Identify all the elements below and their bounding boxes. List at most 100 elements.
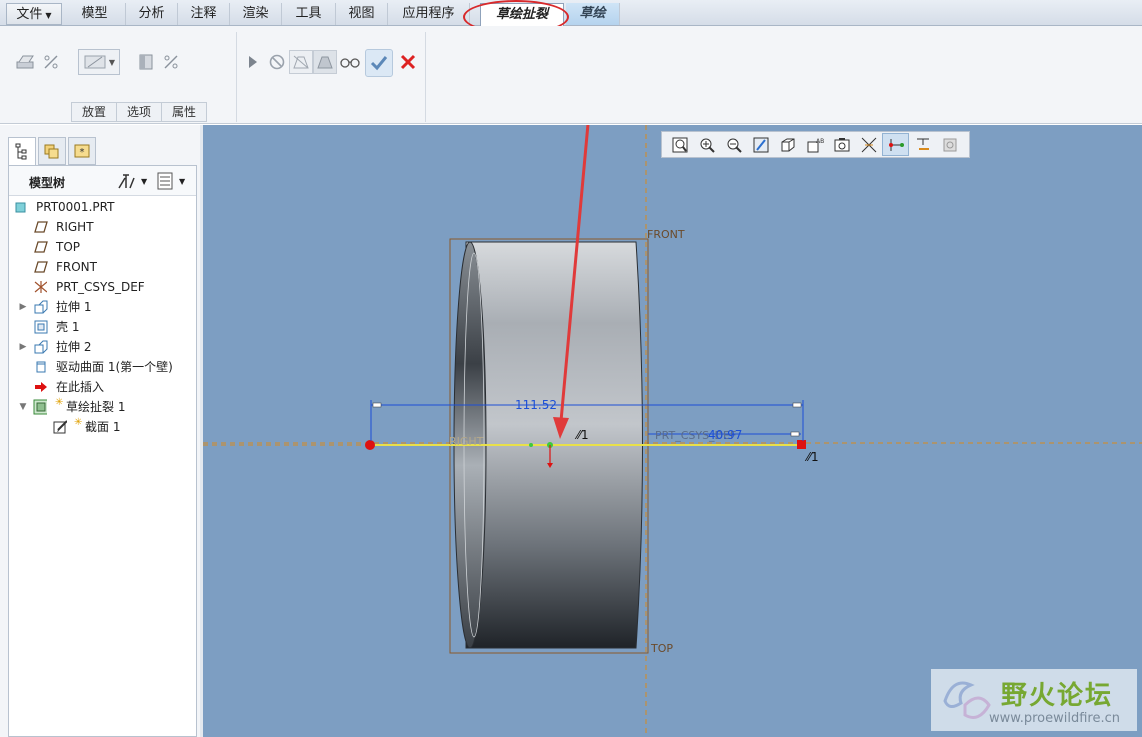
no-preview-icon[interactable] [289, 50, 313, 74]
verify-glasses-icon[interactable] [338, 50, 362, 74]
tree-item-label: 驱动曲面 1(第一个壁) [56, 360, 173, 374]
tab-model[interactable]: 模型 [64, 3, 126, 25]
model-tree-header: 模型树 ▼ ▼ [9, 166, 196, 196]
surface-icon [34, 360, 48, 374]
expand-arrow-icon[interactable]: ▶ [18, 337, 28, 357]
constraint-marker-b: ⁄⁄1 [807, 450, 819, 464]
expand-arrow-icon[interactable]: ▶ [18, 297, 28, 317]
zoom-in-icon[interactable] [693, 133, 720, 156]
chevron-down-icon: ▼ [141, 176, 148, 186]
tree-item-label: PRT0001.PRT [36, 200, 115, 214]
tab-tools-label: 工具 [295, 6, 322, 21]
constraint-marker-a-value: 1 [581, 428, 589, 442]
extrude-icon [34, 340, 48, 354]
pause-icon[interactable] [266, 50, 288, 74]
tab-annotate-label: 注释 [190, 6, 217, 21]
tree-item-extrude-1[interactable]: ▶ 拉伸 1 [9, 297, 196, 317]
rip-type-icon[interactable] [14, 50, 38, 74]
chevron-down-icon: ▼ [45, 11, 52, 20]
refit-icon[interactable] [666, 133, 693, 156]
tools-icon [118, 174, 135, 189]
subtab-options[interactable]: 选项 [116, 102, 163, 122]
tab-model-tree[interactable] [8, 137, 36, 165]
tree-item-sketch-rip[interactable]: ▼ ✳ 草绘扯裂 1 [9, 397, 196, 417]
tree-icon [15, 143, 27, 159]
new-feature-star-icon: ✳ [74, 417, 83, 428]
datum-display-icon[interactable] [855, 133, 882, 156]
feature-preview-icon[interactable] [313, 50, 337, 74]
tree-item-top[interactable]: TOP [9, 237, 196, 257]
part-icon [14, 200, 28, 214]
spin-center-icon[interactable] [936, 133, 963, 156]
tree-item-label: 拉伸 1 [56, 300, 92, 314]
tab-applications[interactable]: 应用程序 [388, 3, 470, 25]
graphics-window[interactable]: AB FRONT TOP RIGHT PRT_CSYS_DEF 111.52 4… [203, 125, 1142, 737]
tab-view[interactable]: 视图 [336, 3, 388, 25]
watermark: 野火论坛 www.proewildfire.cn [931, 669, 1137, 731]
annotation-display-icon[interactable] [909, 133, 936, 156]
tab-file-label: 文件 [16, 7, 43, 22]
tab-file[interactable]: 文件 ▼ [6, 3, 62, 25]
view-manager-icon[interactable] [828, 133, 855, 156]
tree-item-label: 壳 1 [56, 320, 80, 334]
tree-item-shell-1[interactable]: 壳 1 [9, 317, 196, 337]
dimension-long[interactable]: 111.52 [515, 398, 557, 412]
tab-favorites[interactable]: * [68, 137, 96, 165]
cancel-button[interactable] [397, 50, 419, 74]
app-window: 文件 ▼ 模型 分析 注释 渲染 工具 视图 应用程序 草绘扯裂 草绘 ▼ 放置… [0, 0, 1142, 737]
subtab-placement[interactable]: 放置 [71, 102, 118, 122]
sketcher-display-icon[interactable] [882, 133, 909, 156]
tab-render[interactable]: 渲染 [230, 3, 282, 25]
play-icon[interactable] [245, 50, 261, 74]
tree-settings-button[interactable]: ▼ [115, 171, 147, 191]
tab-view-label: 视图 [348, 6, 375, 21]
tab-folder-browser[interactable] [38, 137, 66, 165]
tab-analysis[interactable]: 分析 [126, 3, 178, 25]
tab-applications-label: 应用程序 [402, 6, 455, 21]
datum-plane-icon [34, 240, 48, 254]
tree-item-front[interactable]: FRONT [9, 257, 196, 277]
datum-plane-icon [34, 220, 48, 234]
percent-2-icon[interactable] [160, 50, 182, 74]
display-style-icon[interactable] [774, 133, 801, 156]
zoom-out-icon[interactable] [720, 133, 747, 156]
percent-icon[interactable] [40, 50, 62, 74]
tree-item-section[interactable]: ✳ 截面 1 [9, 417, 196, 437]
shell-icon [34, 320, 48, 334]
ribbon-subtabs: 放置 选项 属性 [71, 102, 208, 122]
model-tree-title: 模型树 [29, 176, 66, 190]
view-toolbar: AB [661, 131, 970, 158]
close-icon [400, 54, 416, 70]
tree-item-insert-here[interactable]: 在此插入 [9, 377, 196, 397]
front-plane-label: FRONT [647, 228, 685, 241]
tree-item-part[interactable]: PRT0001.PRT [9, 197, 196, 217]
sketch-endpoint-left [365, 440, 375, 450]
tree-item-driving-surface[interactable]: 驱动曲面 1(第一个壁) [9, 357, 196, 377]
tab-analysis-label: 分析 [138, 6, 165, 21]
tab-render-label: 渲染 [242, 6, 269, 21]
tree-columns-button[interactable]: ▼ [157, 171, 185, 191]
tab-sketch[interactable]: 草绘 [566, 3, 620, 25]
tree-item-csys[interactable]: PRT_CSYS_DEF [9, 277, 196, 297]
constraint-marker-b-value: 1 [811, 450, 819, 464]
tab-annotate[interactable]: 注释 [178, 3, 230, 25]
section-icon [53, 420, 67, 434]
saved-views-icon[interactable]: AB [801, 133, 828, 156]
ribbon-panel: ▼ 放置 选项 属性 [0, 26, 1142, 124]
collapse-arrow-icon[interactable]: ▼ [18, 397, 28, 417]
repaint-icon[interactable] [747, 133, 774, 156]
tree-item-label: 拉伸 2 [56, 340, 92, 354]
gap-type-dropdown[interactable]: ▼ [78, 49, 120, 75]
model-tree: 模型树 ▼ ▼ PRT0001.PRT RIGHT TOP FRONT PRT_… [8, 165, 197, 737]
material-side-icon[interactable] [134, 50, 158, 74]
tree-item-right[interactable]: RIGHT [9, 217, 196, 237]
ok-check-button[interactable] [365, 49, 393, 77]
subtab-properties[interactable]: 属性 [161, 102, 208, 122]
tab-tools[interactable]: 工具 [282, 3, 336, 25]
check-icon [370, 56, 388, 71]
tree-item-extrude-2[interactable]: ▶ 拉伸 2 [9, 337, 196, 357]
svg-text:AB: AB [816, 138, 824, 145]
dimension-short[interactable]: 40.97 [708, 428, 742, 442]
sketch-endpoint-right [797, 440, 806, 449]
constraint-marker-a: ⁄⁄1 [577, 428, 589, 442]
